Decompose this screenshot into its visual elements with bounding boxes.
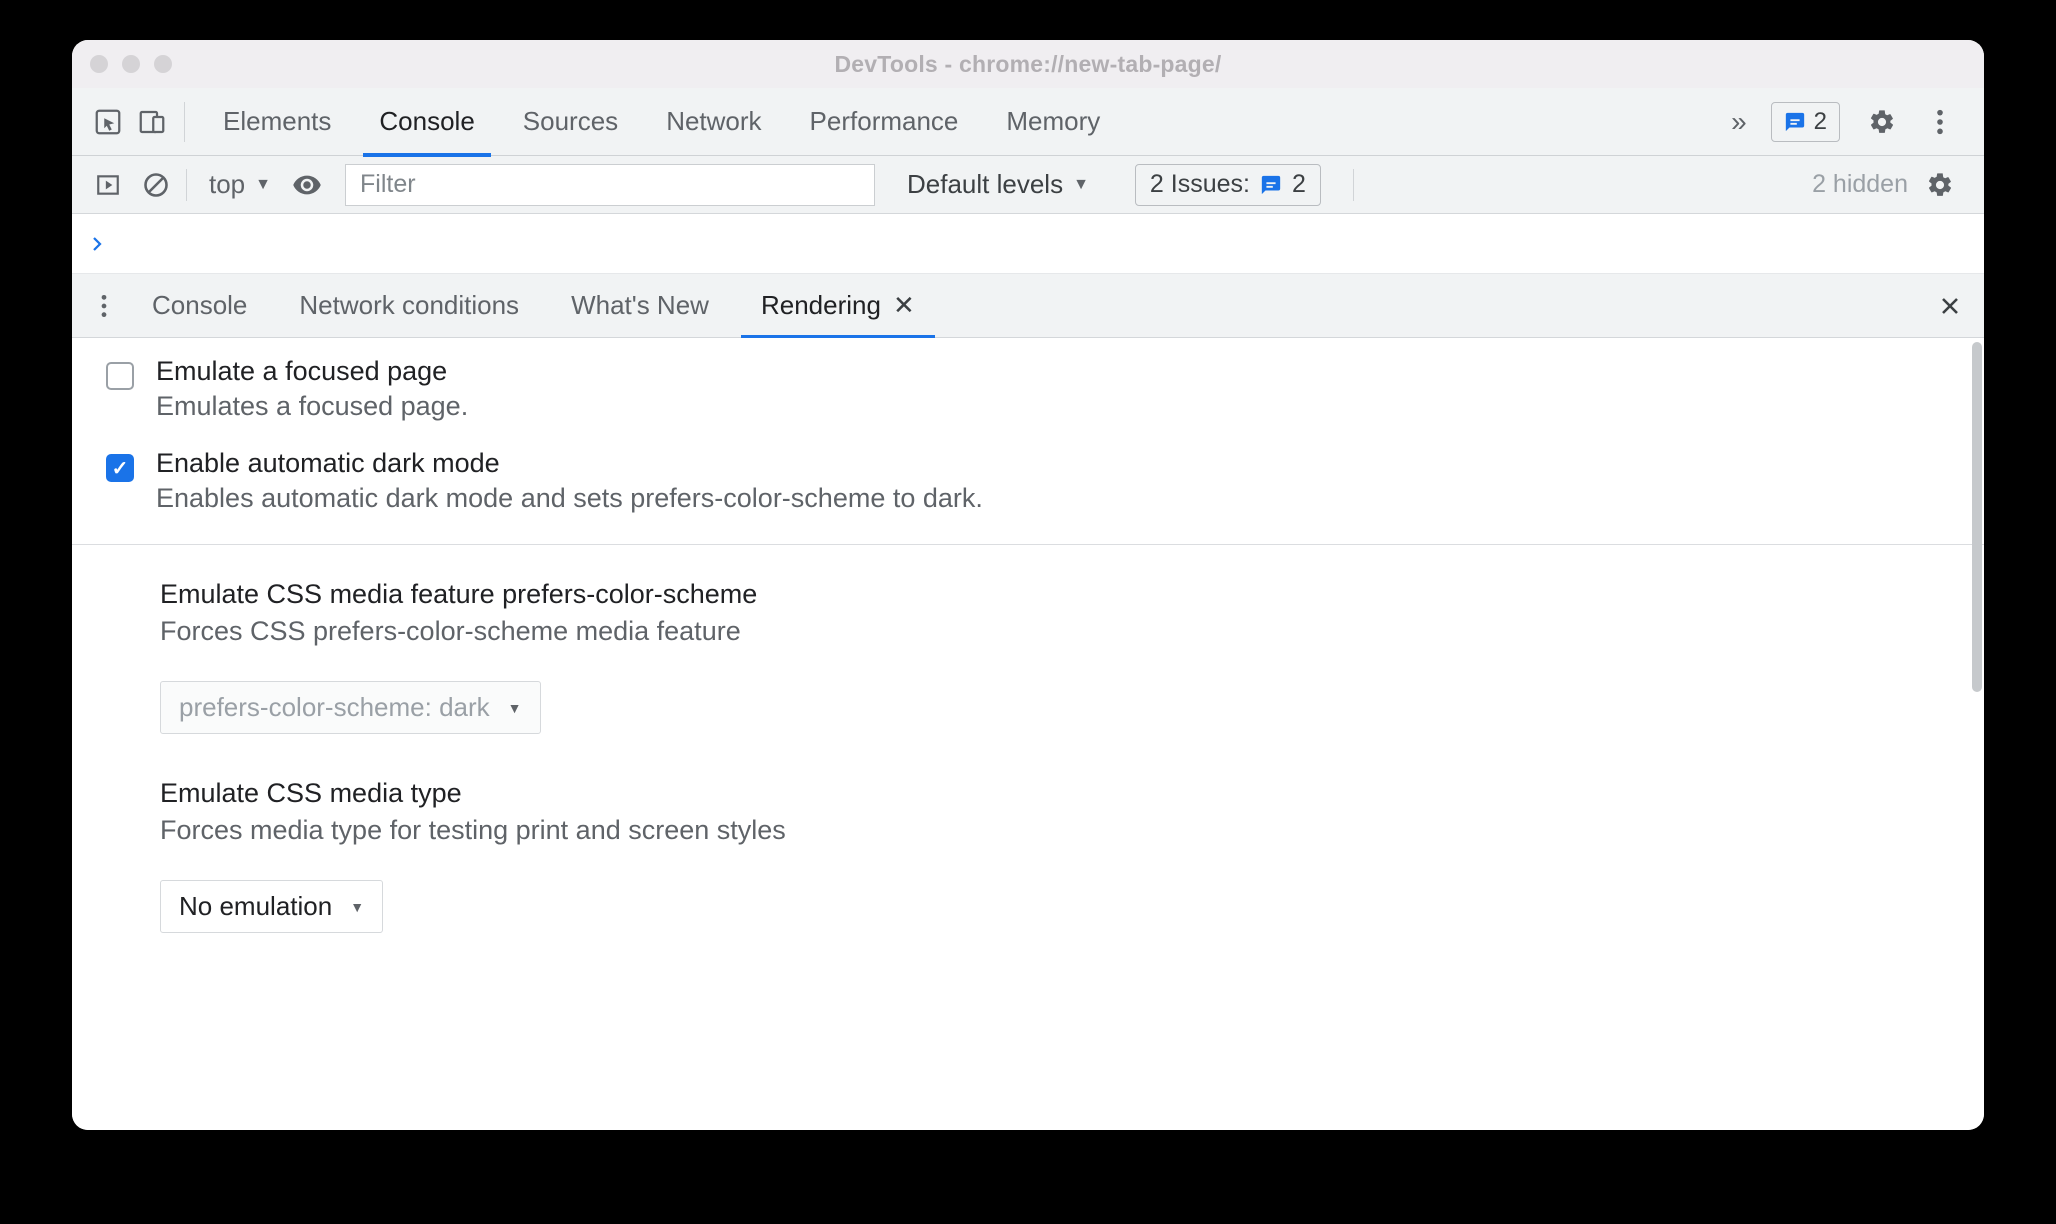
device-toolbar-icon[interactable] xyxy=(130,100,174,144)
dropdown-icon: ▼ xyxy=(1073,176,1089,194)
filter-input[interactable] xyxy=(345,164,875,206)
option-title: Enable automatic dark mode xyxy=(156,448,983,479)
tab-label: Performance xyxy=(810,106,959,137)
tab-sources[interactable]: Sources xyxy=(499,88,642,156)
tab-memory[interactable]: Memory xyxy=(982,88,1124,156)
dropdown-icon: ▼ xyxy=(255,176,271,194)
option-description: Enables automatic dark mode and sets pre… xyxy=(156,483,983,514)
window-titlebar: DevTools - chrome://new-tab-page/ xyxy=(72,40,1984,88)
drawer-tab-whats-new[interactable]: What's New xyxy=(545,274,735,338)
option-title: Emulate a focused page xyxy=(156,356,468,387)
drawer-tabstrip: Console Network conditions What's New Re… xyxy=(72,274,1984,338)
drawer-tab-network-conditions[interactable]: Network conditions xyxy=(273,274,545,338)
window-title: DevTools - chrome://new-tab-page/ xyxy=(72,51,1984,78)
hidden-messages-label[interactable]: 2 hidden xyxy=(1812,170,1908,199)
main-tabstrip: Elements Console Sources Network Perform… xyxy=(72,88,1984,156)
clear-console-icon[interactable] xyxy=(134,163,178,207)
option-description: Emulates a focused page. xyxy=(156,391,468,422)
section-description: Forces media type for testing print and … xyxy=(160,815,1950,846)
tab-label: Console xyxy=(379,106,474,137)
more-tabs-icon[interactable]: » xyxy=(1717,106,1761,138)
messages-count: 2 xyxy=(1814,108,1827,136)
more-options-icon[interactable] xyxy=(1918,100,1962,144)
minimize-window-button[interactable] xyxy=(122,55,140,73)
separator xyxy=(184,102,185,142)
option-emulate-focused: Emulate a focused page Emulates a focuse… xyxy=(72,338,1984,430)
tab-label: Elements xyxy=(223,106,331,137)
checkbox-auto-dark-mode[interactable] xyxy=(106,454,134,482)
rendering-panel: Emulate a focused page Emulates a focuse… xyxy=(72,338,1984,1130)
settings-icon[interactable] xyxy=(1860,100,1904,144)
section-media-type: Emulate CSS media type Forces media type… xyxy=(72,734,1984,852)
checkbox-emulate-focused[interactable] xyxy=(106,362,134,390)
window-controls xyxy=(90,55,172,73)
close-window-button[interactable] xyxy=(90,55,108,73)
section-title: Emulate CSS media feature prefers-color-… xyxy=(160,579,1950,610)
separator xyxy=(186,169,187,201)
context-selector[interactable]: top ▼ xyxy=(199,169,281,200)
chevron-right-icon xyxy=(88,235,106,253)
section-title: Emulate CSS media type xyxy=(160,778,1950,809)
toggle-sidebar-icon[interactable] xyxy=(86,163,130,207)
tab-performance[interactable]: Performance xyxy=(786,88,983,156)
select-value: No emulation xyxy=(179,891,332,922)
tab-label: Console xyxy=(152,290,247,321)
select-value: prefers-color-scheme: dark xyxy=(179,692,490,723)
option-auto-dark-mode: Enable automatic dark mode Enables autom… xyxy=(72,430,1984,545)
devtools-window: DevTools - chrome://new-tab-page/ Elemen… xyxy=(72,40,1984,1130)
scrollbar-thumb[interactable] xyxy=(1972,342,1982,692)
drawer-more-icon[interactable] xyxy=(82,293,126,319)
tab-label: Memory xyxy=(1006,106,1100,137)
dropdown-icon: ▼ xyxy=(508,700,522,716)
console-settings-icon[interactable] xyxy=(1918,163,1962,207)
levels-label: Default levels xyxy=(907,169,1063,200)
issues-button[interactable]: 2 Issues: 2 xyxy=(1135,164,1321,206)
log-levels-selector[interactable]: Default levels ▼ xyxy=(907,169,1089,200)
console-prompt[interactable] xyxy=(72,214,1984,274)
dropdown-icon: ▼ xyxy=(350,899,364,915)
chat-icon xyxy=(1784,111,1806,133)
tab-label: Network conditions xyxy=(299,290,519,321)
select-media-type[interactable]: No emulation ▼ xyxy=(160,880,383,933)
console-toolbar: top ▼ Default levels ▼ 2 Issues: 2 2 hid… xyxy=(72,156,1984,214)
zoom-window-button[interactable] xyxy=(154,55,172,73)
tab-label: Sources xyxy=(523,106,618,137)
select-prefers-color-scheme[interactable]: prefers-color-scheme: dark ▼ xyxy=(160,681,541,734)
context-label: top xyxy=(209,169,245,200)
inspect-element-icon[interactable] xyxy=(86,100,130,144)
section-prefers-color-scheme: Emulate CSS media feature prefers-color-… xyxy=(72,553,1984,653)
tab-label: What's New xyxy=(571,290,709,321)
tab-label: Network xyxy=(666,106,761,137)
messages-badge[interactable]: 2 xyxy=(1771,102,1840,142)
close-drawer-icon[interactable] xyxy=(1938,294,1962,318)
drawer-tab-console[interactable]: Console xyxy=(126,274,273,338)
section-description: Forces CSS prefers-color-scheme media fe… xyxy=(160,616,1950,647)
tab-elements[interactable]: Elements xyxy=(199,88,355,156)
tab-console[interactable]: Console xyxy=(355,88,498,156)
tab-label: Rendering xyxy=(761,290,881,321)
chat-icon xyxy=(1260,174,1282,196)
issues-label: 2 Issues: xyxy=(1150,170,1250,199)
live-expression-icon[interactable] xyxy=(285,163,329,207)
issues-count: 2 xyxy=(1292,170,1306,199)
tab-network[interactable]: Network xyxy=(642,88,785,156)
drawer-tab-rendering[interactable]: Rendering ✕ xyxy=(735,274,941,338)
close-tab-icon[interactable]: ✕ xyxy=(893,290,915,321)
separator xyxy=(1353,169,1354,201)
